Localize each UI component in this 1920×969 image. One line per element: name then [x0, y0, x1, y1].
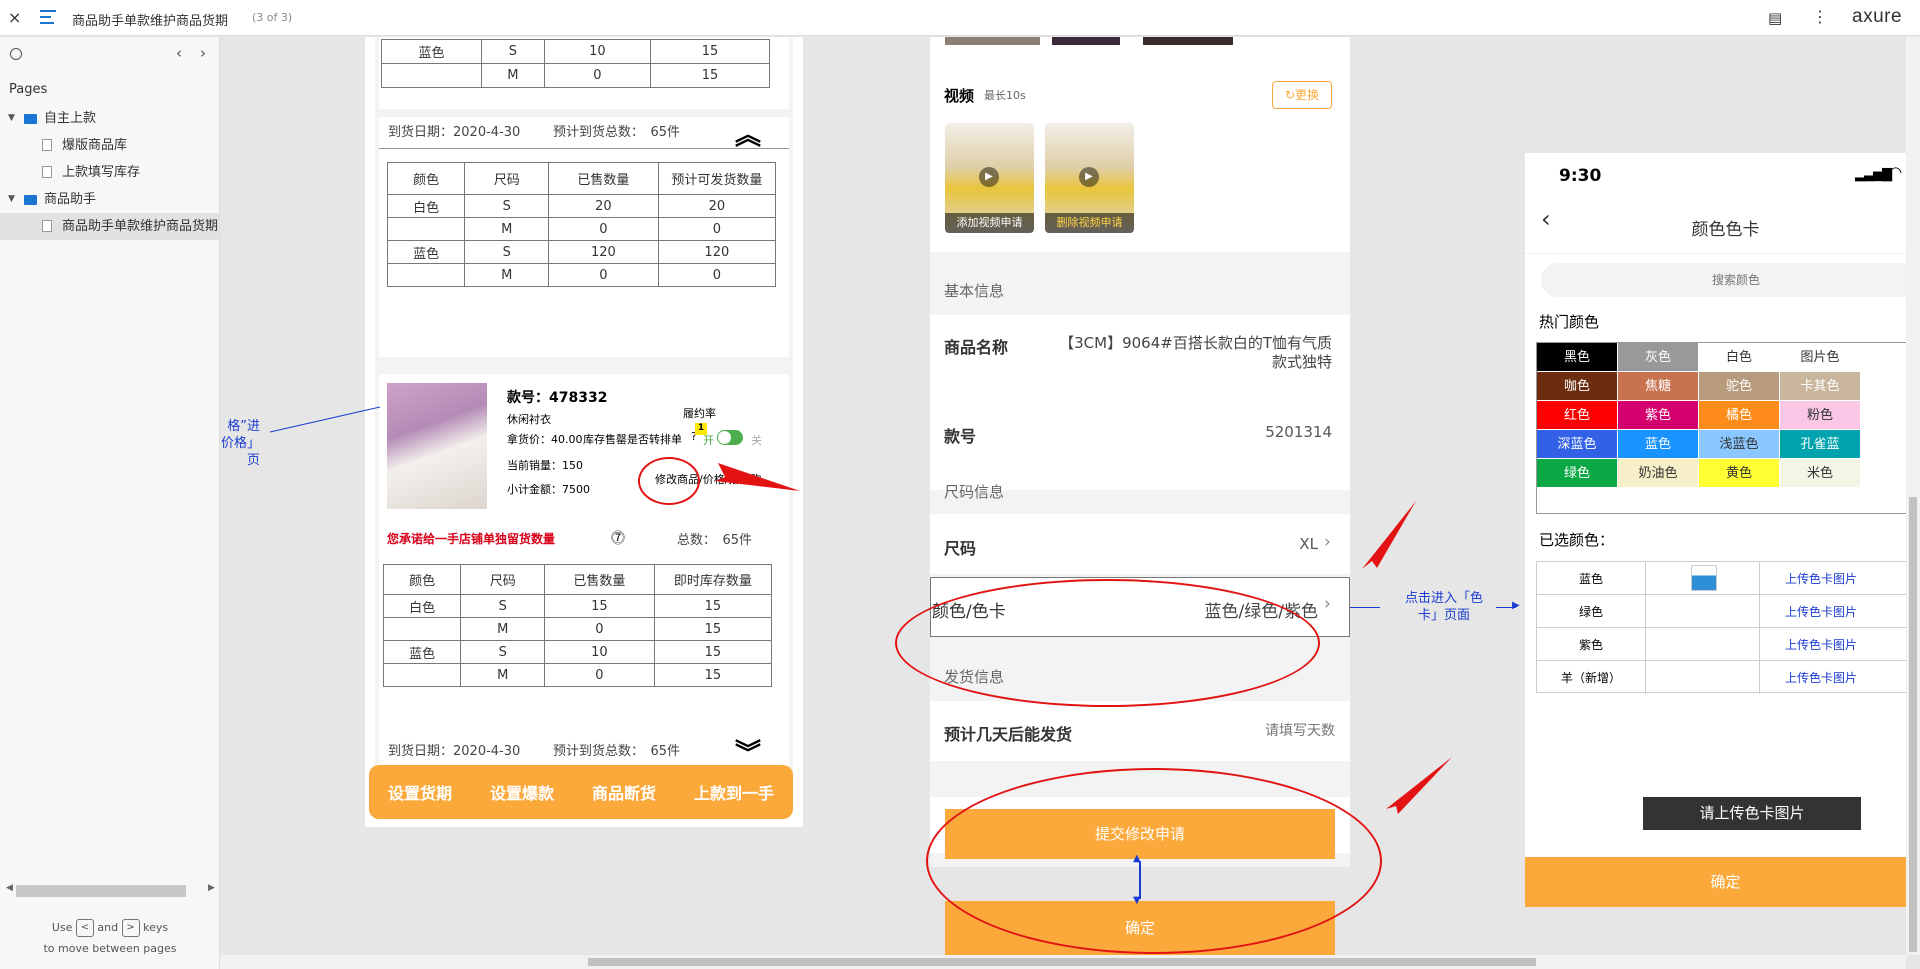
- selected-color-name: 紫色: [1578, 638, 1603, 652]
- color-swatch[interactable]: 焦糖: [1618, 372, 1699, 401]
- color-swatch[interactable]: 米色: [1780, 459, 1861, 488]
- color-swatch[interactable]: 孔雀蓝: [1780, 430, 1861, 459]
- color-swatch[interactable]: 咖色: [1537, 372, 1618, 401]
- page-icon: [42, 166, 52, 178]
- color-swatch-grid: 黑色 灰色 白色 图片色咖色 焦糖 驼色 卡其色红色 紫色 橘色 粉色深蓝色 蓝色 浅蓝色 孔雀蓝绿色奶…: [1536, 342, 1920, 514]
- selected-color-name: 蓝色: [1578, 572, 1603, 586]
- color-swatch[interactable]: 紫色: [1618, 401, 1699, 430]
- chevron-right-icon[interactable]: ›: [200, 44, 206, 62]
- color-swatch[interactable]: 蓝色: [1618, 430, 1699, 459]
- selected-colors-table: 蓝色 上传色卡图片 绿色 上传色卡图片 紫色 上传色卡图片 羊（新增） 上传色卡图片: [1536, 561, 1920, 694]
- upload-color-link[interactable]: 上传色卡图片: [1785, 603, 1857, 620]
- upload-color-link[interactable]: 上传色卡图片: [1785, 636, 1857, 653]
- selected-color-row: 蓝色 上传色卡图片: [1536, 561, 1920, 595]
- annotation-line: [269, 406, 381, 433]
- color-swatch[interactable]: 粉色: [1780, 401, 1861, 430]
- color-swatch[interactable]: 灰色: [1618, 343, 1699, 372]
- page-tree-item[interactable]: 商品助手单款维护商品货期: [0, 213, 219, 240]
- pages-sidebar: ‹ › Pages ▼ 自主上款爆版商品库上款填写库存 ▼ 商品助手商品助手单款维护商…: [0, 37, 220, 969]
- page-tree: ▼ 自主上款爆版商品库上款填写库存 ▼ 商品助手商品助手单款维护商品货期: [0, 105, 219, 240]
- color-swatch[interactable]: 红色: [1537, 401, 1618, 430]
- status-time: 9:30: [1559, 166, 1602, 186]
- folder-icon: [24, 195, 37, 205]
- color-card-panel: 9:30 ▂▃▅▇ ◠ ‹ 颜色色卡 热门颜色 黑色灰色白色图片色咖色焦糖驼色卡…: [1525, 153, 1920, 907]
- upload-color-card-button[interactable]: 请上传色卡图片: [1643, 797, 1861, 830]
- keyboard-hint: Use < and > keys to move between pages: [43, 919, 177, 955]
- color-swatch[interactable]: 驼色: [1699, 372, 1780, 401]
- upload-color-link[interactable]: 上传色卡图片: [1785, 669, 1857, 686]
- selected-colors-heading: 已选颜色：: [1539, 531, 1615, 549]
- page-icon: [42, 139, 52, 151]
- color-card-title: 颜色色卡: [1691, 220, 1760, 240]
- page-tree-label: 自主上款: [44, 111, 97, 126]
- red-arrow: [1386, 757, 1452, 814]
- red-arrow: [1362, 501, 1416, 569]
- caret-down-icon[interactable]: ▼: [8, 186, 15, 213]
- page-tree-item[interactable]: ▼ 自主上款: [0, 105, 219, 132]
- search-icon[interactable]: [10, 48, 22, 60]
- page-tree-item[interactable]: ▼ 商品助手: [0, 186, 219, 213]
- wifi-icon: ◠: [1889, 163, 1903, 181]
- color-swatch[interactable]: 深蓝色: [1537, 430, 1618, 459]
- more-icon[interactable]: ⋮: [1812, 7, 1828, 26]
- horizontal-scrollbar[interactable]: [220, 955, 1906, 969]
- close-icon[interactable]: ×: [8, 8, 21, 27]
- selected-color-name: 绿色: [1578, 605, 1603, 619]
- page-title: 商品助手单款维护商品货期: [72, 14, 229, 29]
- top-bar: × 商品助手单款维护商品货期 (3 of 3) ▤ ⋮ axure: [0, 0, 1920, 36]
- page-tree-item[interactable]: 上款填写库存: [0, 159, 219, 186]
- sidebar-scrollbar[interactable]: [16, 885, 186, 897]
- selected-color-row: 紫色 上传色卡图片: [1536, 627, 1920, 661]
- chevron-left-icon[interactable]: ‹: [176, 44, 182, 62]
- page-tree-label: 爆版商品库: [62, 138, 128, 153]
- color-swatch[interactable]: 绿色: [1537, 459, 1618, 488]
- color-swatch[interactable]: 白色: [1699, 343, 1780, 372]
- key-left-icon: <: [75, 919, 94, 937]
- prototype-canvas: 蓝色 S 10 15 M 0 15 到货日期：2020-4-30 预计到货总数： 65件 ︽…: [220, 37, 1920, 955]
- brand-logo: axure: [1852, 6, 1903, 27]
- pages-heading: Pages: [9, 82, 48, 97]
- folder-icon: [24, 114, 37, 124]
- image-icon: [1691, 565, 1717, 591]
- color-search-input[interactable]: [1541, 263, 1920, 297]
- hot-colors-heading: 热门颜色: [1539, 313, 1600, 331]
- color-swatch[interactable]: 黑色: [1537, 343, 1618, 372]
- color-swatch[interactable]: 橘色: [1699, 401, 1780, 430]
- scroll-right-icon[interactable]: ▶: [208, 883, 215, 893]
- color-swatch[interactable]: 黄色: [1699, 459, 1780, 488]
- color-swatch[interactable]: 奶油色: [1618, 459, 1699, 488]
- vertical-scrollbar[interactable]: [1906, 37, 1920, 955]
- selected-color-row: 羊（新增） 上传色卡图片: [1536, 660, 1920, 694]
- color-confirm-button[interactable]: 确定: [1525, 857, 1920, 907]
- page-tree-label: 上款填写库存: [62, 165, 141, 180]
- notes-icon[interactable]: ▤: [1768, 9, 1782, 27]
- page-tree-label: 商品助手: [44, 192, 97, 207]
- selected-color-name: 羊（新增）: [1560, 671, 1621, 685]
- color-swatch[interactable]: 卡其色: [1780, 372, 1861, 401]
- menu-icon[interactable]: [40, 10, 56, 24]
- color-swatch[interactable]: 图片色: [1780, 343, 1861, 372]
- red-arrow: [715, 463, 800, 491]
- signal-icon: ▂▃▅▇: [1855, 167, 1892, 182]
- page-tree-item[interactable]: 爆版商品库: [0, 132, 219, 159]
- color-swatch[interactable]: 浅蓝色: [1699, 430, 1780, 459]
- scroll-left-icon[interactable]: ◀: [6, 883, 13, 893]
- caret-down-icon[interactable]: ▼: [8, 105, 15, 132]
- selected-color-row: 绿色 上传色卡图片: [1536, 594, 1920, 628]
- page-icon: [42, 220, 52, 232]
- page-count: (3 of 3): [252, 11, 293, 24]
- upload-color-link[interactable]: 上传色卡图片: [1785, 570, 1857, 587]
- key-right-icon: >: [121, 919, 140, 937]
- page-tree-label: 商品助手单款维护商品货期: [62, 219, 219, 234]
